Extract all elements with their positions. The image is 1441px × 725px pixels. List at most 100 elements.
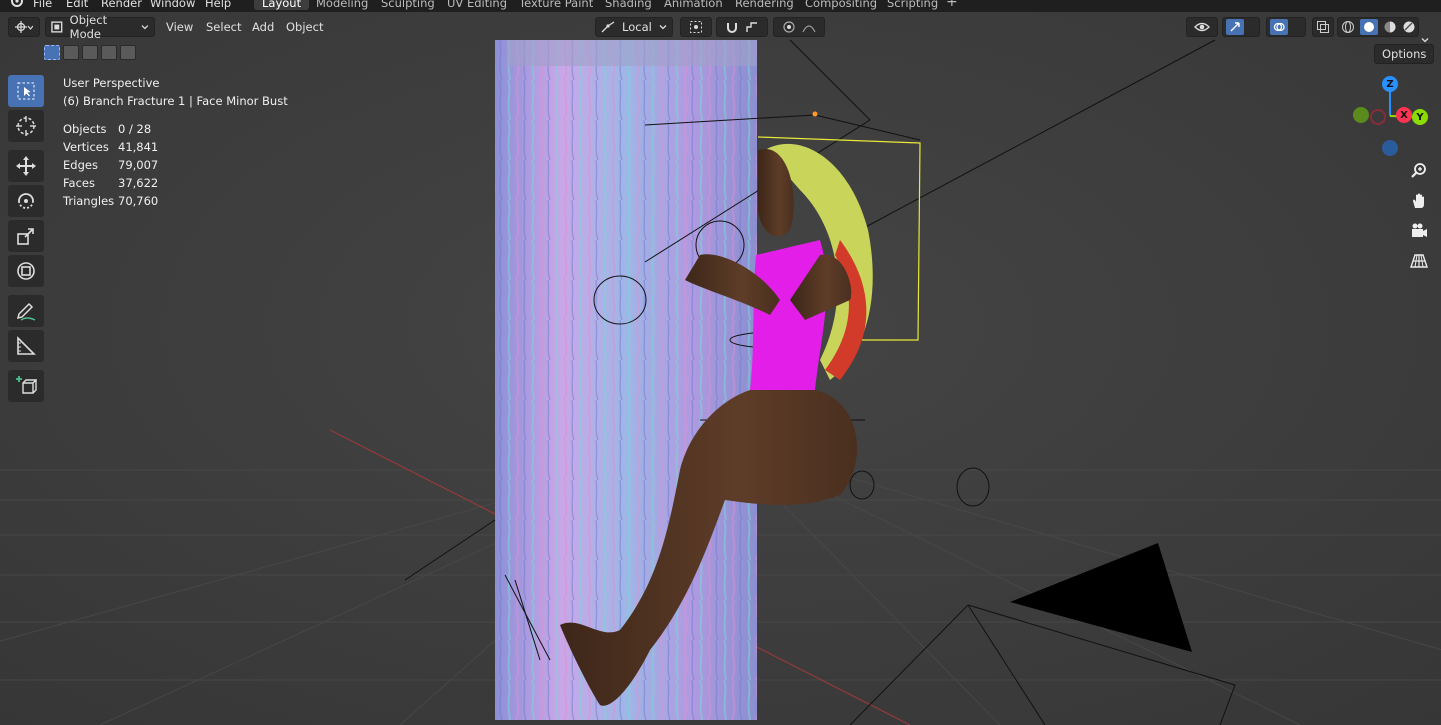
object-mode-icon	[51, 21, 63, 33]
mode-dropdown[interactable]: Object Mode	[45, 13, 155, 41]
tab-layout[interactable]: Layout	[254, 0, 310, 10]
menu-render[interactable]: Render	[101, 0, 142, 10]
gizmo-icon	[1226, 19, 1244, 35]
menu-window[interactable]: Window	[150, 0, 195, 10]
tool-move[interactable]	[8, 150, 44, 182]
object-menu[interactable]: Object	[286, 20, 323, 34]
tool-cursor[interactable]	[8, 110, 44, 142]
select-menu[interactable]: Select	[206, 20, 241, 34]
stat-row: Faces 37,622	[63, 174, 158, 192]
select-mode-invert-icon[interactable]	[101, 45, 117, 60]
gizmo-neg-y-axis[interactable]	[1353, 107, 1369, 123]
stat-row: Triangles 70,760	[63, 192, 158, 210]
tab-scripting[interactable]: Scripting	[887, 0, 938, 10]
tool-transform[interactable]	[8, 255, 44, 287]
annotate-icon	[16, 302, 36, 321]
tool-rotate[interactable]	[8, 185, 44, 217]
proportional-editing-toggle[interactable]	[773, 17, 825, 37]
menu-edit[interactable]: Edit	[66, 0, 88, 10]
view-menu[interactable]: View	[166, 20, 193, 34]
add-menu[interactable]: Add	[252, 20, 274, 34]
stat-label: Triangles	[63, 194, 115, 208]
select-box-icon	[17, 82, 35, 100]
menu-file[interactable]: File	[33, 0, 52, 10]
tab-shading[interactable]: Shading	[605, 0, 652, 10]
zoom-icon	[1411, 163, 1426, 178]
overlays-icon	[1270, 19, 1288, 35]
xray-icon	[1317, 21, 1329, 33]
tab-rendering[interactable]: Rendering	[735, 0, 794, 10]
camera-view-button[interactable]	[1405, 217, 1433, 245]
menu-help[interactable]: Help	[205, 0, 231, 10]
tab-uv-editing[interactable]: UV Editing	[447, 0, 507, 10]
projection-toggle-button[interactable]	[1405, 247, 1433, 275]
tab-sculpting[interactable]: Sculpting	[381, 0, 435, 10]
shading-mode-group	[1337, 17, 1419, 37]
select-mode-extend-icon[interactable]	[63, 45, 79, 60]
options-label: Options	[1382, 47, 1427, 61]
stat-value: 0 / 28	[118, 122, 152, 136]
hand-icon	[1413, 193, 1424, 208]
tab-modeling[interactable]: Modeling	[316, 0, 368, 10]
select-mode-new-icon[interactable]	[44, 45, 60, 60]
gizmo-y-axis[interactable]: Y	[1412, 109, 1428, 125]
scene-statistics: Objects 0 / 28 Vertices 41,841 Edges 79,007…	[63, 120, 158, 210]
pivot-icon	[690, 21, 702, 33]
top-menu-bar: File Edit Render Window Help Layout Mode…	[0, 0, 1441, 12]
eye-icon	[1194, 22, 1210, 32]
tab-texture-paint[interactable]: Texture Paint	[519, 0, 593, 10]
tool-annotate[interactable]	[8, 295, 44, 327]
stat-value: 41,841	[118, 140, 159, 154]
orientation-label: Local	[622, 20, 652, 34]
move-icon	[16, 156, 36, 176]
add-cube-icon	[16, 376, 37, 394]
stat-label: Vertices	[63, 140, 109, 154]
gizmo-neg-z-axis[interactable]	[1382, 140, 1398, 156]
pan-button[interactable]	[1405, 187, 1433, 215]
tool-measure[interactable]	[8, 330, 44, 362]
select-mode-intersect-icon[interactable]	[120, 45, 136, 60]
transform-icon	[17, 262, 35, 280]
object-visibility-dropdown[interactable]	[1186, 17, 1218, 37]
measure-icon	[17, 336, 36, 355]
editor-type-button[interactable]	[8, 17, 40, 37]
stat-value: 79,007	[118, 158, 159, 172]
stat-label: Faces	[63, 176, 95, 190]
grid-icon	[1410, 254, 1428, 268]
proportional-edit-icon	[783, 21, 795, 33]
snap-toggle[interactable]	[716, 17, 768, 37]
tab-compositing[interactable]: Compositing	[805, 0, 877, 10]
gizmo-toggle[interactable]	[1222, 17, 1260, 37]
stat-row: Objects 0 / 28	[63, 120, 158, 138]
tool-scale[interactable]	[8, 220, 44, 252]
gizmo-z-axis[interactable]: Z	[1382, 76, 1398, 92]
rendered-shading-icon[interactable]	[1402, 20, 1416, 34]
overlays-toggle[interactable]	[1266, 17, 1306, 37]
xray-toggle[interactable]	[1312, 17, 1334, 37]
scale-icon	[17, 228, 34, 245]
tool-add-cube[interactable]	[8, 370, 44, 402]
add-workspace-button[interactable]: +	[946, 0, 958, 10]
stat-label: Objects	[63, 122, 107, 136]
stat-row: Vertices 41,841	[63, 138, 158, 156]
options-dropdown[interactable]: Options	[1374, 44, 1434, 64]
blender-logo-icon[interactable]	[9, 0, 23, 8]
gizmo-x-axis[interactable]: X	[1396, 107, 1412, 123]
chevron-down-icon	[141, 25, 149, 30]
view-name: User Perspective	[63, 76, 160, 90]
gizmo-neg-x-axis[interactable]	[1370, 109, 1386, 125]
chevron-down-icon	[659, 25, 667, 30]
stat-row: Edges 79,007	[63, 156, 158, 174]
material-shading-icon[interactable]	[1383, 20, 1397, 34]
select-mode-subtract-icon[interactable]	[82, 45, 98, 60]
snap-increment-icon	[746, 22, 757, 32]
pivot-point-dropdown[interactable]	[680, 17, 712, 37]
zoom-button[interactable]	[1405, 157, 1433, 185]
tool-select-box[interactable]	[8, 75, 44, 107]
rotate-icon	[18, 193, 34, 209]
chevron-down-icon	[1431, 53, 1433, 55]
solid-shading-icon[interactable]	[1359, 19, 1378, 35]
wireframe-shading-icon[interactable]	[1341, 20, 1355, 34]
tab-animation[interactable]: Animation	[664, 0, 723, 10]
transform-orientation-dropdown[interactable]: Local	[595, 17, 673, 37]
